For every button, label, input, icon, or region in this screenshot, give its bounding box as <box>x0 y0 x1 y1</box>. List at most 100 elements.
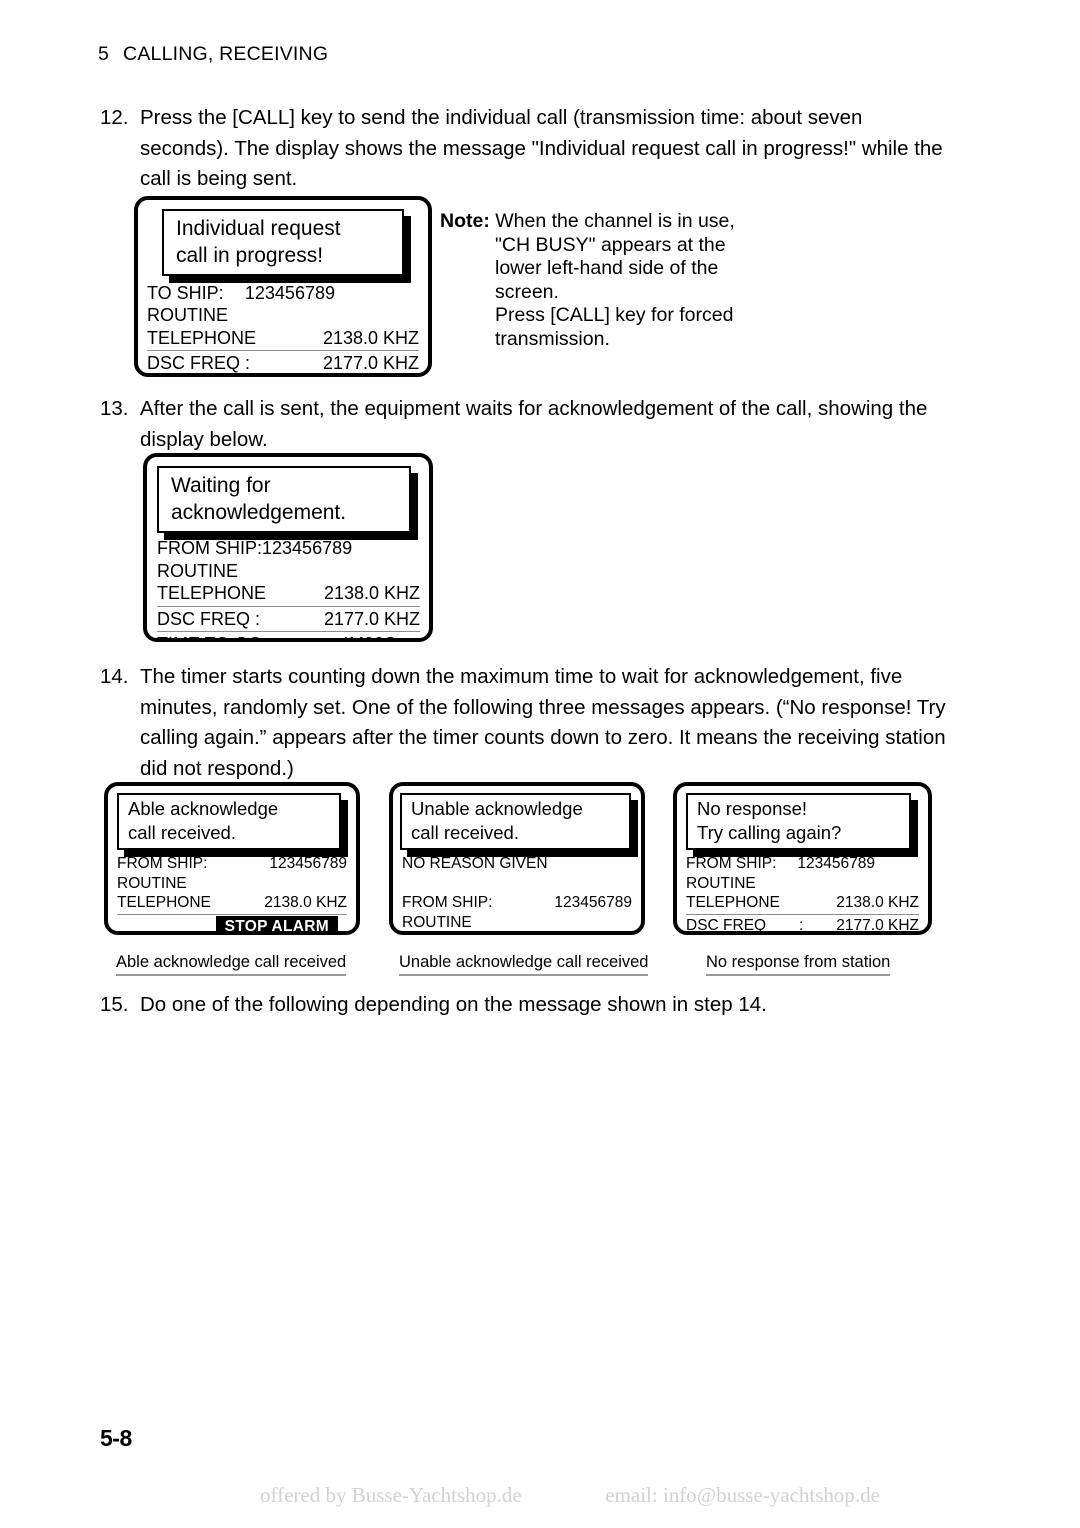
row-separator <box>117 913 347 915</box>
step-13: 13. After the call is sent, the equipmen… <box>100 394 960 455</box>
row-value: 2138.0 KHZ <box>322 327 419 348</box>
note-line-1: When the channel is in use, <box>495 210 735 232</box>
note-label: Note: <box>440 210 490 232</box>
message-box-wrap: Individual request call in progress! <box>162 209 411 283</box>
display-rows: FROM SHIP: 123456789 ROUTINE TELEPHONE 2… <box>108 854 356 931</box>
row-label: TELEPHONE <box>157 583 267 603</box>
row-label: TELEPHONE <box>686 894 780 911</box>
row-separator <box>402 933 632 934</box>
message-box-wrap: Able acknowledge call received. <box>117 793 348 857</box>
display-row: DSC FREQ : 2177.0 KHZ <box>147 352 419 374</box>
display-row: TIME TO GO: 4M30S <box>157 633 420 638</box>
row-label: ROUTINE <box>157 560 238 581</box>
message-line-2: Try calling again? <box>697 822 842 843</box>
row-label: TIME TO GO: <box>157 633 267 638</box>
display-row: TELEPHONE 2138.0 KHZ <box>117 893 347 913</box>
row-value: 2177.0 KHZ <box>836 916 919 934</box>
display-row: DSC FREQ : 2177.0 KHZ <box>157 608 420 631</box>
row-label: TO SHIP: <box>147 283 224 303</box>
row-label: ROUTINE <box>686 874 756 892</box>
display-row: ROUTINE <box>147 304 419 326</box>
display-rows: NO REASON GIVEN FROM SHIP: 123456789 ROU… <box>393 854 641 934</box>
message-line-2: call in progress! <box>176 244 324 267</box>
step-13-text: After the call is sent, the equipment wa… <box>140 397 928 451</box>
row-colon: : <box>799 916 804 934</box>
message-box-wrap: No response! Try calling again? <box>686 793 918 857</box>
document-page: 5 CALLING, RECEIVING 12. Press the [CALL]… <box>0 0 1080 1528</box>
display-row: FROM SHIP: 123456789 <box>157 537 420 560</box>
row-value: 2138.0 KHZ <box>323 583 420 603</box>
message-line-1: Unable acknowledge <box>411 798 583 819</box>
message-line-1: Individual request <box>176 217 341 240</box>
display-rows: TO SHIP: 123456789 ROUTINE TELEPHONE 213… <box>138 282 428 377</box>
figure-caption-able: Able acknowledge call received <box>116 953 347 976</box>
row-value: 123456789 <box>244 283 335 303</box>
step-12-text: Press the [CALL] key to send the individ… <box>140 106 943 190</box>
display-row-blank <box>402 874 632 894</box>
display-rows: FROM SHIP: 123456789 ROUTINE TELEPHONE 2… <box>677 854 928 934</box>
row-value: 4M30S <box>339 633 420 638</box>
row-value: 123456789 <box>554 894 632 911</box>
display-row: ROUTINE <box>402 913 632 932</box>
step-14-number: 14. <box>100 665 129 688</box>
watermark-left: offered by Busse-Yachtshop.de <box>260 1483 522 1507</box>
note-line-5: Press [CALL] key for forced <box>495 304 734 326</box>
display-no-response: No response! Try calling again? FROM SHI… <box>673 782 932 935</box>
display-unable-acknowledge: Unable acknowledge call received. NO REA… <box>389 782 645 935</box>
figure-caption-unable: Unable acknowledge call received <box>399 953 649 976</box>
step-14: 14. The timer starts counting down the m… <box>100 662 960 784</box>
display-row-dsc-freq: DSC FREQ : 2177.0 KHZ <box>686 916 919 934</box>
row-value: 2177.0 KHZ <box>322 353 419 374</box>
row-label: ROUTINE <box>117 874 187 892</box>
row-separator <box>147 376 419 377</box>
message-line-1: Able acknowledge <box>128 798 279 819</box>
stop-alarm-button[interactable]: STOP ALARM <box>215 915 338 931</box>
display-row: ROUTINE <box>157 560 420 583</box>
message-box: Waiting for acknowledgement. <box>157 466 411 533</box>
row-value: 2138.0 KHZ <box>836 894 919 911</box>
softkey-bar: STOP ALARM <box>117 915 347 931</box>
step-15: 15. Do one of the following depending on… <box>100 990 900 1021</box>
display-individual-request-in-progress: Individual request call in progress! TO … <box>134 196 432 377</box>
message-line-2: call received. <box>128 822 236 843</box>
note-line-4: screen. <box>495 280 559 303</box>
row-value: 2138.0 KHZ <box>264 894 347 911</box>
figure-caption-no-response: No response from station <box>706 953 891 976</box>
message-line-2: call received. <box>411 822 519 843</box>
display-row: TELEPHONE 2138.0 KHZ <box>686 893 919 913</box>
row-label: DSC FREQ : <box>157 608 261 629</box>
watermark: offered by Busse-Yachtshop.de email: inf… <box>260 1483 880 1508</box>
row-label: DSC FREQ : <box>147 353 251 374</box>
row-separator <box>157 605 420 607</box>
row-label: ROUTINE <box>147 305 228 326</box>
display-row: TO SHIP: 123456789 <box>147 282 419 304</box>
step-12-number: 12. <box>100 106 129 129</box>
note-block: Note: When the channel is in use, "CH BU… <box>440 210 770 351</box>
page-number: 5-8 <box>100 1425 132 1451</box>
chapter-number: 5 <box>98 43 110 65</box>
note-line-3: lower left-hand side of the <box>495 257 719 279</box>
display-able-acknowledge: Able acknowledge call received. FROM SHI… <box>104 782 360 935</box>
step-14-text: The timer starts counting down the maxim… <box>140 665 946 780</box>
row-label: FROM SHIP: <box>402 894 493 911</box>
message-box: Able acknowledge call received. <box>117 793 341 850</box>
row-value: 2177.0 KHZ <box>323 608 420 629</box>
step-15-number: 15. <box>100 993 129 1016</box>
step-12: 12. Press the [CALL] key to send the ind… <box>100 103 950 195</box>
chapter-title: CALLING, RECEIVING <box>123 43 329 65</box>
message-box-wrap: Waiting for acknowledgement. <box>157 466 418 540</box>
display-row: FROM SHIP: 123456789 <box>402 893 632 913</box>
note-line-6: transmission. <box>495 327 610 350</box>
display-row: ROUTINE <box>117 874 347 894</box>
note-line-2: "CH BUSY" appears at the <box>495 233 726 256</box>
display-row: TELEPHONE 2138.0 KHZ <box>147 327 419 349</box>
message-line-1: Waiting for <box>171 474 271 497</box>
step-13-number: 13. <box>100 397 129 420</box>
row-separator <box>147 350 419 352</box>
message-box: No response! Try calling again? <box>686 793 911 850</box>
watermark-right: email: info@busse-yachtshop.de <box>605 1483 880 1507</box>
step-15-text: Do one of the following depending on the… <box>140 993 767 1016</box>
message-line-2: acknowledgement. <box>171 501 347 524</box>
row-separator <box>686 913 919 915</box>
row-label: ROUTINE <box>402 913 472 931</box>
